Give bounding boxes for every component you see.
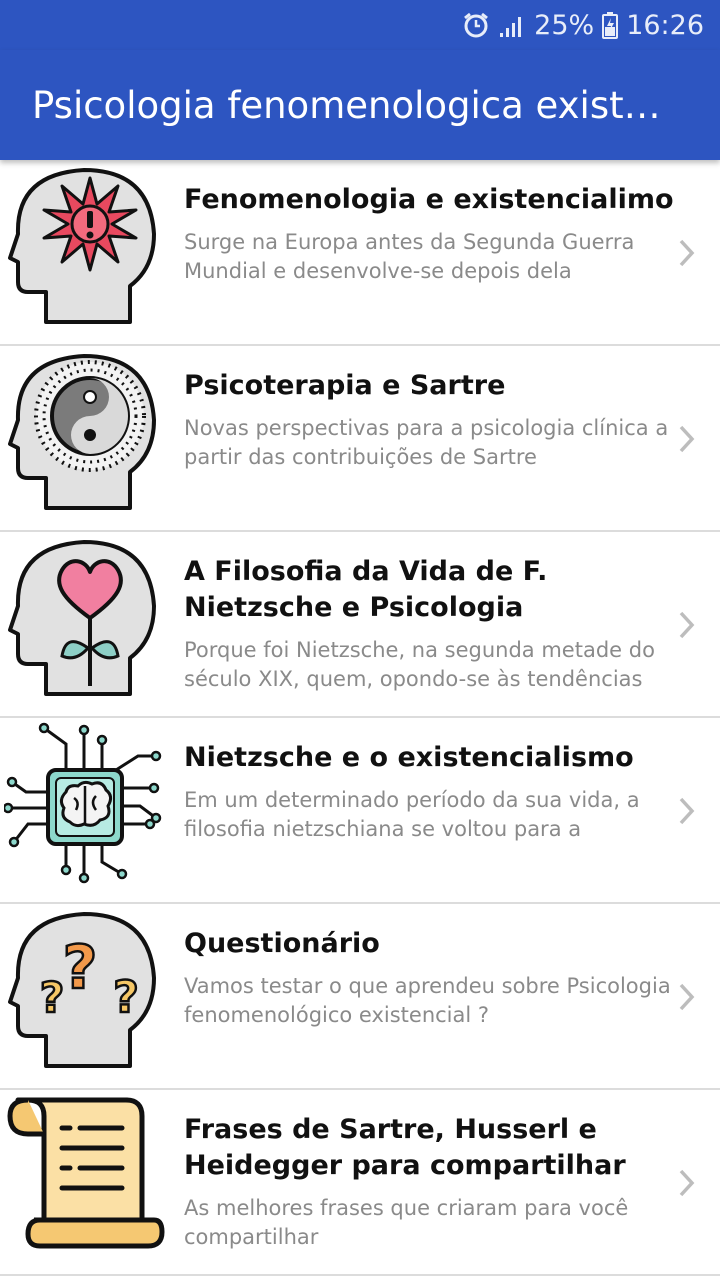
item-subtitle: Porque foi Nietzsche, na segunda metade … bbox=[184, 638, 655, 691]
head-question-icon: ? ? ? bbox=[8, 912, 156, 1068]
item-subtitle: Em um determinado período da sua vida, a… bbox=[184, 788, 640, 841]
item-subtitle: Novas perspectivas para a psicologia clí… bbox=[184, 416, 669, 469]
chevron-right-icon bbox=[679, 1169, 695, 1197]
chevron-right-icon bbox=[679, 983, 695, 1011]
item-title: Psicoterapia e Sartre bbox=[184, 370, 506, 401]
item-title: Fenomenologia e existencialimo bbox=[184, 184, 674, 215]
list-item[interactable]: Psicoterapia e Sartre Novas perspectivas… bbox=[0, 346, 720, 532]
item-title: Frases de Sartre, Husserl e Heidegger pa… bbox=[184, 1114, 626, 1181]
list-item[interactable]: ? ? ? Questionário Vamos testar o que ap… bbox=[0, 904, 720, 1090]
item-title: A Filosofia da Vida de F. Nietzsche e Ps… bbox=[184, 556, 548, 623]
app-title: Psicologia fenomenologica existencial bbox=[32, 84, 672, 127]
chevron-right-icon bbox=[679, 611, 695, 639]
list-item[interactable]: Frases de Sartre, Husserl e Heidegger pa… bbox=[0, 1090, 720, 1276]
head-yin-yang-icon bbox=[8, 354, 156, 510]
svg-text:?: ? bbox=[63, 933, 98, 1003]
list-item[interactable]: A Filosofia da Vida de F. Nietzsche e Ps… bbox=[0, 532, 720, 718]
alarm-icon bbox=[464, 12, 489, 38]
svg-text:?: ? bbox=[40, 973, 64, 1022]
item-subtitle: Vamos testar o que aprendeu sobre Psicol… bbox=[184, 974, 671, 1027]
chevron-right-icon bbox=[679, 239, 695, 267]
clock: 16:26 bbox=[626, 9, 704, 41]
list-item[interactable]: Nietzsche e o existencialismo Em um dete… bbox=[0, 718, 720, 904]
list-item[interactable]: Fenomenologia e existencialimo Surge na … bbox=[0, 160, 720, 346]
scroll-icon bbox=[7, 1097, 165, 1249]
battery-icon bbox=[602, 12, 619, 39]
svg-text:?: ? bbox=[113, 972, 139, 1023]
brain-chip-icon bbox=[4, 722, 162, 884]
signal-icon bbox=[500, 17, 522, 37]
item-subtitle: Surge na Europa antes da Segunda Guerra … bbox=[184, 230, 635, 283]
chevron-right-icon bbox=[679, 425, 695, 453]
head-burst-icon bbox=[8, 168, 156, 324]
topic-list: Fenomenologia e existencialimo Surge na … bbox=[0, 160, 720, 1276]
item-title: Questionário bbox=[184, 928, 380, 959]
head-heart-icon bbox=[8, 540, 156, 696]
app-bar: Psicologia fenomenologica existencial bbox=[0, 50, 720, 160]
item-subtitle: As melhores frases que criaram para você… bbox=[184, 1196, 629, 1249]
battery-percent: 25% bbox=[534, 9, 595, 41]
status-bar: 25% 16:26 bbox=[0, 0, 720, 50]
chevron-right-icon bbox=[679, 797, 695, 825]
item-title: Nietzsche e o existencialismo bbox=[184, 742, 634, 773]
